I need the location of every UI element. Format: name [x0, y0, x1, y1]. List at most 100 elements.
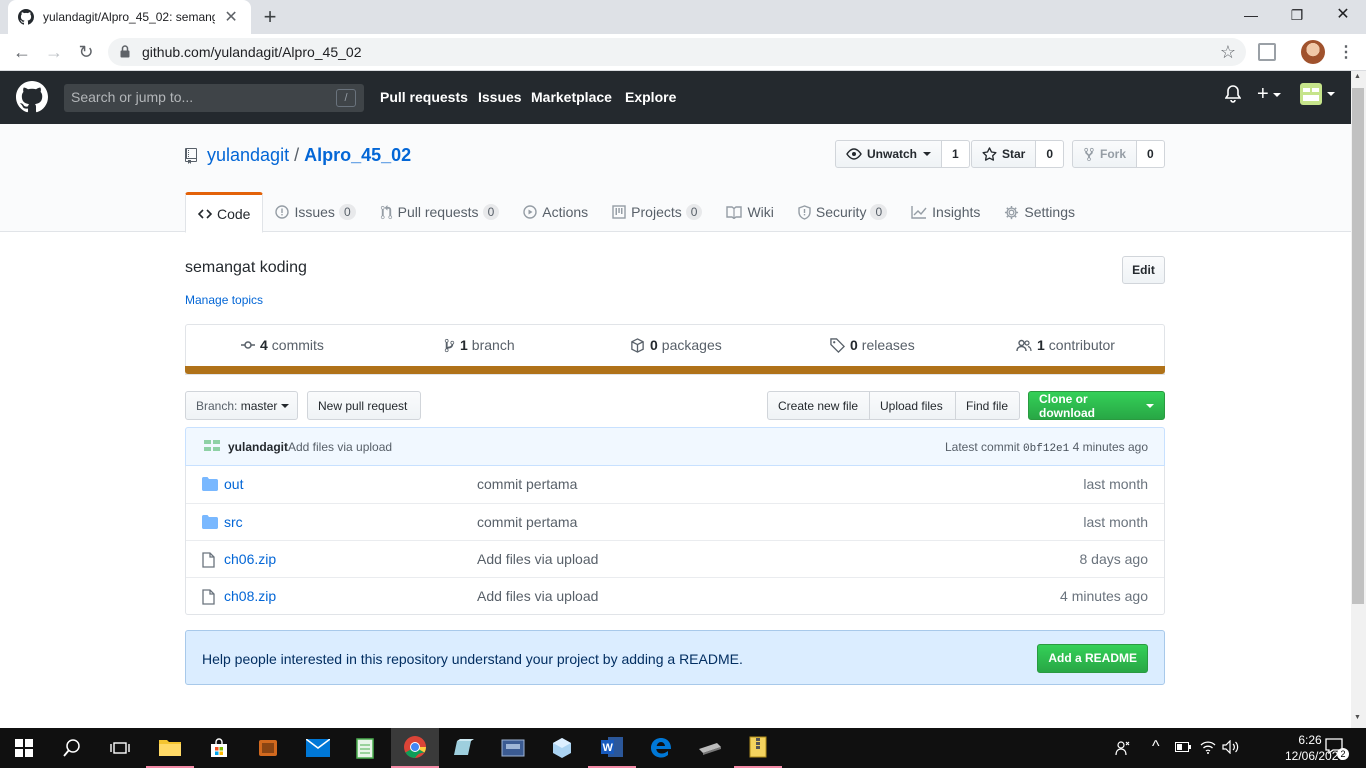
browser-tab[interactable]: yulandagit/Alpro_45_02: semangat koding …: [8, 0, 251, 34]
tab-actions[interactable]: Actions: [511, 192, 600, 232]
back-icon[interactable]: ←: [10, 41, 34, 63]
edge-icon[interactable]: [637, 728, 685, 768]
app-icon[interactable]: [489, 728, 537, 768]
edit-description-button[interactable]: Edit: [1122, 256, 1165, 284]
search-icon[interactable]: [48, 728, 96, 768]
file-name-link[interactable]: ch06.zip: [224, 551, 276, 567]
app-icon[interactable]: [440, 728, 488, 768]
scroll-up-icon[interactable]: ▲: [1354, 73, 1361, 80]
clone-or-download-button[interactable]: Clone or download: [1028, 391, 1165, 420]
find-file-button[interactable]: Find file: [955, 391, 1020, 420]
chrome-icon[interactable]: [391, 728, 439, 768]
app-icon[interactable]: [686, 728, 734, 768]
volume-icon[interactable]: [1222, 740, 1240, 754]
tab-insights[interactable]: Insights: [899, 192, 992, 232]
commits-label: commits: [271, 337, 324, 353]
nav-issues[interactable]: Issues: [478, 89, 522, 105]
tab-issues[interactable]: Issues 0: [263, 192, 367, 232]
chrome-menu-icon[interactable]: ⋮: [1338, 42, 1354, 62]
language-bar[interactable]: [185, 366, 1165, 374]
unwatch-button[interactable]: Unwatch: [835, 140, 943, 168]
file-name-link[interactable]: ch08.zip: [224, 588, 276, 604]
contributors-link[interactable]: 1 contributor: [1016, 337, 1115, 353]
file-list: out commit pertama last month src commit…: [185, 466, 1165, 615]
file-commit-message[interactable]: Add files via upload: [477, 551, 598, 567]
new-pull-request-button[interactable]: New pull request: [307, 391, 421, 420]
tab-code[interactable]: Code: [185, 192, 264, 233]
nav-marketplace[interactable]: Marketplace: [531, 89, 612, 105]
manage-topics-link[interactable]: Manage topics: [185, 293, 263, 307]
archive-icon[interactable]: [734, 728, 782, 768]
star-count[interactable]: 0: [1036, 140, 1065, 168]
nav-pull-requests[interactable]: Pull requests: [380, 89, 468, 105]
scrollbar-thumb[interactable]: [1352, 88, 1364, 604]
mail-icon[interactable]: [294, 728, 342, 768]
scroll-down-icon[interactable]: ▼: [1354, 714, 1361, 721]
upload-files-button[interactable]: Upload files: [869, 391, 956, 420]
fork-button[interactable]: Fork: [1072, 140, 1138, 168]
nav-explore[interactable]: Explore: [625, 89, 676, 105]
tab-security[interactable]: Security 0: [786, 192, 899, 232]
commit-author-avatar[interactable]: [204, 440, 220, 454]
file-explorer-icon[interactable]: [146, 728, 194, 768]
forward-icon[interactable]: →: [42, 41, 66, 63]
github-logo-icon[interactable]: [16, 81, 48, 113]
branch-select-button[interactable]: Branch: master: [185, 391, 298, 420]
new-tab-icon[interactable]: +: [259, 6, 281, 28]
task-view-icon[interactable]: [96, 728, 144, 768]
commit-sha-link[interactable]: 0bf12e1: [1023, 443, 1069, 455]
shield-icon: [798, 204, 816, 220]
minimize-icon[interactable]: —: [1228, 0, 1274, 30]
file-commit-message[interactable]: Add files via upload: [477, 588, 598, 604]
watch-count[interactable]: 1: [942, 140, 970, 168]
tab-close-icon[interactable]: ✕: [221, 7, 241, 27]
commit-author-link[interactable]: yulandagit: [228, 440, 288, 454]
packages-link[interactable]: 0 packages: [630, 337, 722, 353]
people-icon[interactable]: [1115, 740, 1131, 756]
file-commit-message[interactable]: commit pertama: [477, 476, 577, 492]
notepad-icon[interactable]: [341, 728, 389, 768]
tab-projects[interactable]: Projects 0: [600, 192, 714, 232]
create-new-file-button[interactable]: Create new file: [767, 391, 870, 420]
reload-icon[interactable]: ↻: [74, 41, 98, 63]
battery-icon[interactable]: [1175, 742, 1191, 752]
close-window-icon[interactable]: ✕: [1320, 0, 1366, 30]
profile-avatar[interactable]: [1301, 40, 1325, 64]
readme-prompt-text: Help people interested in this repositor…: [202, 651, 743, 667]
store-icon[interactable]: [195, 728, 243, 768]
branches-link[interactable]: 1 branch: [444, 337, 515, 353]
github-search[interactable]: /: [64, 84, 364, 112]
fork-count[interactable]: 0: [1137, 140, 1165, 168]
bookmark-star-icon[interactable]: ☆: [1220, 42, 1236, 63]
user-avatar-menu[interactable]: [1300, 83, 1335, 105]
app-icon[interactable]: [538, 728, 586, 768]
extension-icon[interactable]: [1258, 43, 1276, 61]
contributor-count: 1: [1037, 337, 1045, 353]
repo-owner-link[interactable]: yulandagit: [207, 145, 289, 166]
plus-menu-icon[interactable]: +: [1257, 84, 1281, 104]
tab-pull-requests[interactable]: Pull requests 0: [368, 192, 512, 232]
add-readme-button[interactable]: Add a README: [1037, 644, 1148, 673]
repo-name-link[interactable]: Alpro_45_02: [304, 145, 411, 166]
windows-start-icon[interactable]: [0, 728, 48, 768]
commit-message-link[interactable]: Add files via upload: [288, 440, 392, 454]
address-bar[interactable]: github.com/yulandagit/Alpro_45_02 ☆: [108, 38, 1246, 66]
tab-code-label: Code: [217, 205, 251, 222]
tab-wiki[interactable]: Wiki: [714, 192, 785, 232]
releases-link[interactable]: 0 releases: [830, 337, 915, 353]
restore-icon[interactable]: ❐: [1274, 0, 1320, 30]
commits-link[interactable]: 4 commits: [241, 337, 324, 353]
gear-icon: [1004, 205, 1024, 220]
search-input[interactable]: [71, 89, 321, 105]
wifi-icon[interactable]: [1200, 740, 1216, 754]
file-name-link[interactable]: src: [224, 514, 243, 530]
file-commit-message[interactable]: commit pertama: [477, 514, 577, 530]
tab-settings[interactable]: Settings: [992, 192, 1087, 232]
bell-icon[interactable]: [1225, 85, 1241, 103]
latest-commit-bar: yulandagit Add files via upload Latest c…: [185, 427, 1165, 466]
word-icon[interactable]: W: [588, 728, 636, 768]
star-button[interactable]: Star: [971, 140, 1037, 168]
file-name-link[interactable]: out: [224, 476, 243, 492]
chevron-up-icon[interactable]: ^: [1152, 738, 1160, 756]
app-icon[interactable]: [244, 728, 292, 768]
